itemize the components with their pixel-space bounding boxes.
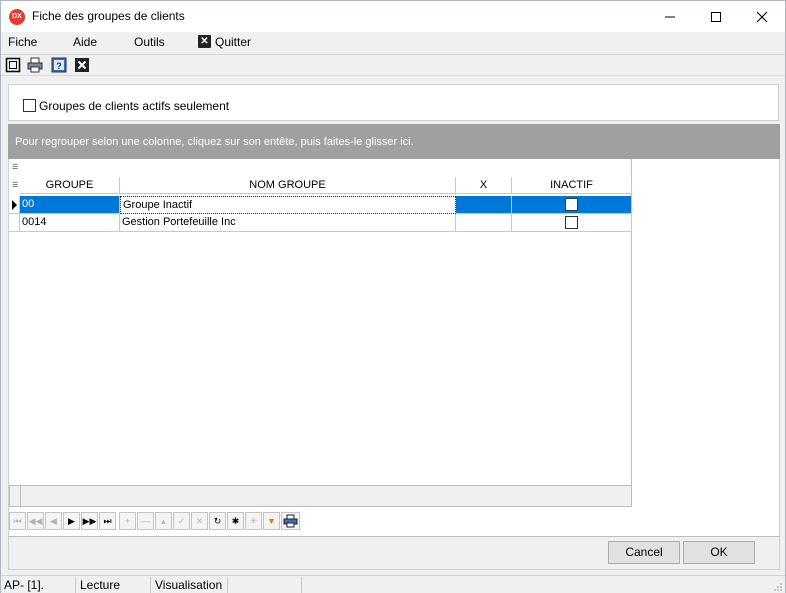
menu-quitter[interactable]: Quitter: [215, 35, 251, 49]
active-only-checkbox[interactable]: [23, 99, 36, 112]
data-grid: ☰ ☰ GROUPE NOM GROUPE X INACTIF 00 Group…: [9, 159, 632, 485]
column-chooser-icon[interactable]: ☰: [12, 163, 18, 171]
table-cell-inactif[interactable]: [512, 214, 632, 232]
printer-icon: [27, 57, 43, 73]
minimize-icon: [665, 16, 675, 18]
inactif-checkbox[interactable]: [565, 198, 578, 211]
status-separator: [75, 577, 76, 593]
close-box-icon: [75, 58, 89, 72]
grid-area: ☰ ☰ GROUPE NOM GROUPE X INACTIF 00 Group…: [8, 159, 780, 536]
current-row-arrow-icon: [12, 200, 17, 210]
status-separator: [227, 577, 228, 593]
table-cell-inactif[interactable]: [512, 196, 632, 214]
column-header-inactif[interactable]: INACTIF: [512, 177, 632, 194]
grid-navigator: ⏮ ◀◀ ◀ ▶ ▶▶ ⏭ + — ▴ ✓ ✕ ↻ ✱ ✳ ▼: [9, 511, 309, 531]
status-separator: [301, 577, 302, 593]
menu-outils[interactable]: Outils: [134, 35, 165, 49]
main-window: DX Fiche des groupes de clients Fiche Ai…: [0, 0, 786, 593]
maximize-icon: [711, 12, 721, 22]
menu-aide[interactable]: Aide: [73, 35, 97, 49]
nav-edit-icon[interactable]: ✓: [173, 512, 190, 530]
column-header-nom-groupe[interactable]: NOM GROUPE: [120, 177, 456, 194]
nav-prev-icon[interactable]: ◀: [45, 512, 62, 530]
column-header-x[interactable]: X: [456, 177, 512, 194]
nav-next-icon[interactable]: ▶: [63, 512, 80, 530]
nav-next-page-icon[interactable]: ▶▶: [81, 512, 98, 530]
title-bar: DX Fiche des groupes de clients: [1, 1, 785, 32]
filter-panel: Groupes de clients actifs seulement: [8, 84, 779, 121]
nav-filter-icon[interactable]: ▼: [263, 512, 280, 530]
nav-refresh-icon[interactable]: ↻: [209, 512, 226, 530]
window-title: Fiche des groupes de clients: [32, 9, 185, 23]
table-cell-x[interactable]: [456, 196, 512, 214]
maximize-button[interactable]: [693, 1, 739, 32]
dialog-button-area: Cancel OK: [8, 536, 780, 570]
help-icon: ?: [51, 57, 67, 73]
status-company: AP- [1].: [4, 578, 45, 592]
footer-indicator: [10, 486, 21, 506]
nav-first-page-icon[interactable]: ⏮: [9, 512, 26, 530]
nav-goto-bookmark-icon[interactable]: ✳: [245, 512, 262, 530]
status-mode: Lecture: [80, 578, 121, 592]
table-cell-nom[interactable]: Gestion Portefeuille Inc: [120, 214, 456, 232]
toolbar: ?: [1, 54, 785, 76]
table-cell-groupe[interactable]: 00: [20, 196, 120, 214]
status-bar: AP- [1]. Lecture Visualisation: [1, 575, 785, 593]
table-cell-nom[interactable]: Groupe Inactif: [120, 196, 456, 214]
cancel-button[interactable]: Cancel: [608, 541, 680, 564]
resize-grip-icon[interactable]: [773, 582, 783, 592]
status-view: Visualisation: [155, 578, 223, 592]
group-by-panel[interactable]: Pour regrouper selon une colonne, clique…: [8, 124, 780, 159]
inactif-checkbox[interactable]: [565, 216, 578, 229]
toolbar-print-button[interactable]: [27, 57, 45, 74]
app-logo-icon: DX: [9, 9, 25, 25]
nav-append-icon[interactable]: ▴: [155, 512, 172, 530]
close-icon: [756, 11, 768, 23]
status-separator: [150, 577, 151, 593]
column-header-groupe[interactable]: GROUPE: [20, 177, 120, 194]
menu-fiche[interactable]: Fiche: [8, 35, 37, 49]
svg-text:?: ?: [56, 61, 62, 71]
table-cell-x[interactable]: [456, 214, 512, 232]
group-by-hint: Pour regrouper selon une colonne, clique…: [15, 136, 414, 148]
nav-delete-icon[interactable]: —: [137, 512, 154, 530]
nav-last-icon[interactable]: ⏭: [99, 512, 116, 530]
close-button[interactable]: [739, 1, 785, 32]
nav-bookmark-icon[interactable]: ✱: [227, 512, 244, 530]
menu-bar: Fiche Aide Outils ✕ Quitter: [1, 32, 785, 53]
row-indicator[interactable]: [9, 214, 20, 232]
toolbar-close-button[interactable]: [74, 57, 92, 74]
nav-print-icon[interactable]: [281, 512, 300, 530]
nav-insert-icon[interactable]: +: [119, 512, 136, 530]
active-only-label[interactable]: Groupes de clients actifs seulement: [39, 99, 229, 113]
printer-icon: [283, 514, 298, 528]
table-cell-groupe[interactable]: 0014: [20, 214, 120, 232]
row-indicator[interactable]: [9, 196, 20, 214]
toolbar-help-button[interactable]: ?: [51, 57, 69, 74]
toolbar-fit-button[interactable]: [5, 57, 23, 74]
nav-prev-page-icon[interactable]: ◀◀: [27, 512, 44, 530]
grid-footer: [9, 485, 632, 507]
nav-cancel-icon[interactable]: ✕: [191, 512, 208, 530]
quit-icon[interactable]: ✕: [198, 35, 211, 48]
ok-button[interactable]: OK: [683, 541, 755, 564]
fit-window-icon: [5, 57, 21, 73]
minimize-button[interactable]: [647, 1, 693, 32]
header-indicator-icon: ☰: [12, 182, 19, 189]
